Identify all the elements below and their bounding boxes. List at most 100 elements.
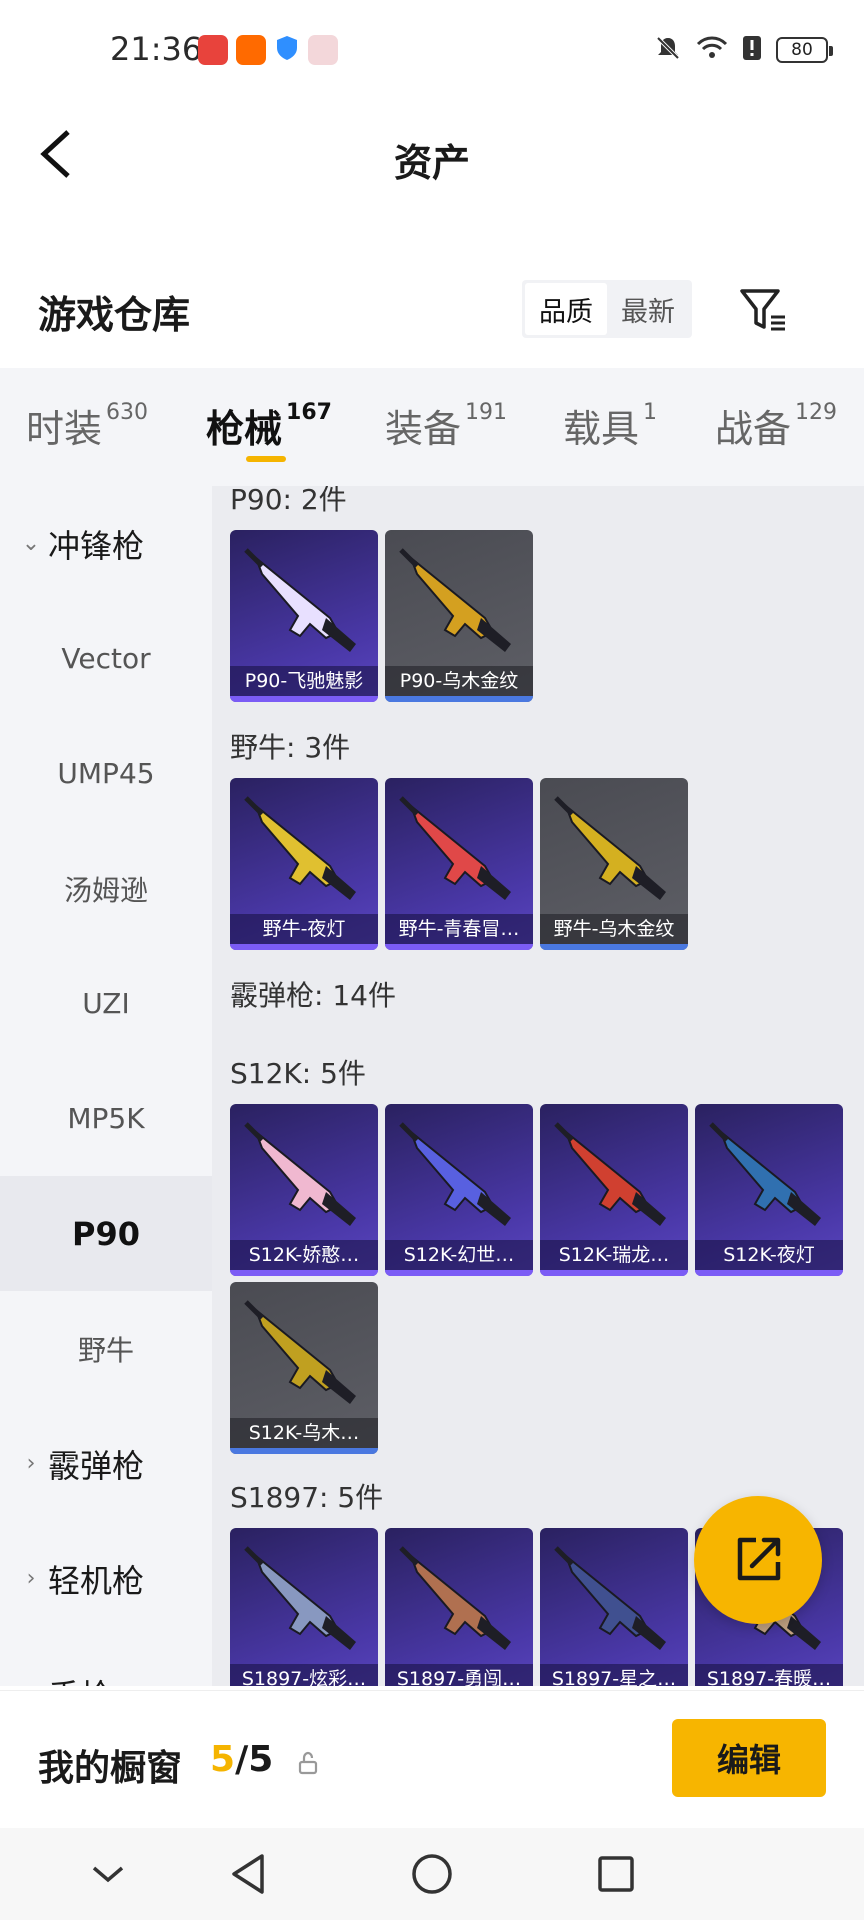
sidebar-item-p90[interactable]: P90: [0, 1176, 212, 1291]
rarity-bar: [230, 696, 378, 702]
system-nav-bar: [0, 1828, 864, 1920]
tab-vehicles[interactable]: 载具 1: [563, 398, 657, 453]
showcase-count: 5/5: [210, 1739, 273, 1780]
active-tab-indicator: [246, 456, 286, 462]
app-icon-taobao: [236, 35, 266, 65]
weapon-skin-card[interactable]: S1897-星之…: [540, 1528, 688, 1686]
sidebar-group-pistol[interactable]: › 手枪: [0, 1636, 212, 1687]
tab-count: 129: [795, 400, 838, 425]
sidebar-group-lmg[interactable]: › 轻机枪: [0, 1521, 212, 1636]
sidebar-item-ump45[interactable]: UMP45: [0, 716, 212, 831]
weapon-skin-card[interactable]: P90-飞驰魅影: [230, 530, 378, 702]
weapon-skin-image: [399, 1122, 511, 1226]
sort-toggle: 品质 最新: [522, 280, 692, 338]
weapon-skin-name: S12K-瑞龙…: [540, 1240, 688, 1270]
weapon-skin-image: [554, 1546, 666, 1650]
rarity-bar: [695, 1270, 843, 1276]
sidebar-group-smg[interactable]: ⌄ 冲锋枪: [0, 486, 212, 601]
header: 资产: [0, 104, 864, 204]
status-system-icons: 80: [654, 34, 833, 66]
weapon-skin-name: P90-飞驰魅影: [230, 666, 378, 696]
wifi-icon: [696, 35, 728, 65]
status-app-icons: [198, 34, 338, 66]
weapon-skin-name: S1897-勇闯…: [385, 1664, 533, 1686]
weapon-skin-image: [399, 548, 511, 652]
tab-fashion[interactable]: 时装 630: [26, 398, 148, 453]
rarity-bar: [540, 1270, 688, 1276]
weapon-skin-image: [244, 796, 356, 900]
weapon-skin-name: S12K-乌木…: [230, 1418, 378, 1448]
weapon-skin-image: [244, 1300, 356, 1404]
weapon-skin-card[interactable]: P90-乌木金纹: [385, 530, 533, 702]
weapon-skin-card[interactable]: S12K-瑞龙…: [540, 1104, 688, 1276]
showcase-count-sep: /: [235, 1739, 249, 1780]
rarity-bar: [230, 944, 378, 950]
weapon-skin-image: [554, 796, 666, 900]
weapon-skin-name: S12K-娇憨…: [230, 1240, 378, 1270]
tab-supplies[interactable]: 战备 129: [715, 398, 837, 453]
weapon-skin-name: S1897-星之…: [540, 1664, 688, 1686]
recents-square-icon: [598, 1856, 634, 1892]
filter-button[interactable]: [736, 282, 792, 338]
nav-home-button[interactable]: [404, 1846, 460, 1902]
weapon-skin-image: [709, 1122, 821, 1226]
filter-icon: [740, 289, 785, 331]
showcase-count-total: 5: [248, 1739, 274, 1780]
sort-option-newest[interactable]: 最新: [607, 283, 689, 335]
weapon-skin-name: P90-乌木金纹: [385, 666, 533, 696]
rarity-bar: [230, 1270, 378, 1276]
showcase-label: 我的橱窗: [38, 1748, 183, 1789]
sidebar-item-thompson[interactable]: 汤姆逊: [0, 831, 212, 946]
category-tabs: 时装 630 枪械 167 装备 191 载具 1 战备 129: [0, 368, 864, 486]
sidebar-group-label: 霰弹枪: [48, 1446, 145, 1485]
weapon-skin-name: 野牛-乌木金纹: [540, 914, 688, 944]
share-fab-button[interactable]: [694, 1496, 822, 1624]
weapon-skin-image: [244, 1122, 356, 1226]
tab-count: 167: [286, 400, 332, 425]
weapon-skin-card[interactable]: S12K-乌木…: [230, 1282, 378, 1454]
weapon-skin-name: S12K-夜灯: [695, 1240, 843, 1270]
sidebar-item-vector[interactable]: Vector: [0, 601, 212, 716]
nav-collapse-button[interactable]: [80, 1846, 136, 1902]
status-bar: 21:36 80: [0, 0, 864, 104]
weapon-skin-image: [244, 1546, 356, 1650]
sidebar-group-label: 冲锋枪: [48, 526, 145, 565]
battery-icon: 80: [776, 37, 833, 63]
rarity-bar: [540, 944, 688, 950]
shield-icon: [274, 34, 300, 66]
sidebar-group-label: 手枪: [48, 1671, 112, 1687]
weapon-skin-card[interactable]: S12K-娇憨…: [230, 1104, 378, 1276]
edit-button[interactable]: 编辑: [672, 1719, 826, 1797]
lock-icon: [298, 1751, 318, 1775]
mute-icon: [654, 34, 682, 66]
sidebar-group-shotgun[interactable]: › 霰弹枪: [0, 1406, 212, 1521]
tab-count: 191: [465, 400, 508, 425]
weapon-skin-card[interactable]: 野牛-乌木金纹: [540, 778, 688, 950]
weapon-skin-name: S12K-幻世…: [385, 1240, 533, 1270]
sidebar-item-uzi[interactable]: UZI: [0, 946, 212, 1061]
weapon-skin-card[interactable]: S12K-幻世…: [385, 1104, 533, 1276]
sort-option-quality[interactable]: 品质: [525, 283, 607, 335]
showcase-count-current: 5: [210, 1739, 236, 1780]
weapon-skin-name: S1897-春暖…: [695, 1664, 843, 1686]
tab-firearms[interactable]: 枪械 167: [206, 398, 332, 453]
weapon-skin-card[interactable]: 野牛-夜灯: [230, 778, 378, 950]
tab-count: 630: [106, 400, 149, 425]
weapon-skin-card[interactable]: S1897-勇闯…: [385, 1528, 533, 1686]
tab-equipment[interactable]: 装备 191: [385, 398, 507, 453]
weapon-group-label: S12K: 5件: [230, 1057, 366, 1090]
rarity-bar: [385, 696, 533, 702]
nav-recents-button[interactable]: [588, 1846, 644, 1902]
weapon-skin-card[interactable]: 野牛-青春冒…: [385, 778, 533, 950]
weapon-skin-name: 野牛-青春冒…: [385, 914, 533, 944]
warehouse-title: 游戏仓库: [38, 293, 191, 337]
sidebar-group-label: 轻机枪: [48, 1561, 145, 1600]
weapon-skin-card[interactable]: S12K-夜灯: [695, 1104, 843, 1276]
sidebar-item-mp5k[interactable]: MP5K: [0, 1061, 212, 1176]
chevron-right-icon: ›: [26, 1451, 36, 1476]
weapon-skin-card[interactable]: S1897-炫彩…: [230, 1528, 378, 1686]
nav-back-button[interactable]: [220, 1846, 276, 1902]
showcase-bar: 我的橱窗 5/5 编辑: [0, 1690, 864, 1828]
sidebar-item-bizon[interactable]: 野牛: [0, 1291, 212, 1406]
weapon-skin-image: [554, 1122, 666, 1226]
